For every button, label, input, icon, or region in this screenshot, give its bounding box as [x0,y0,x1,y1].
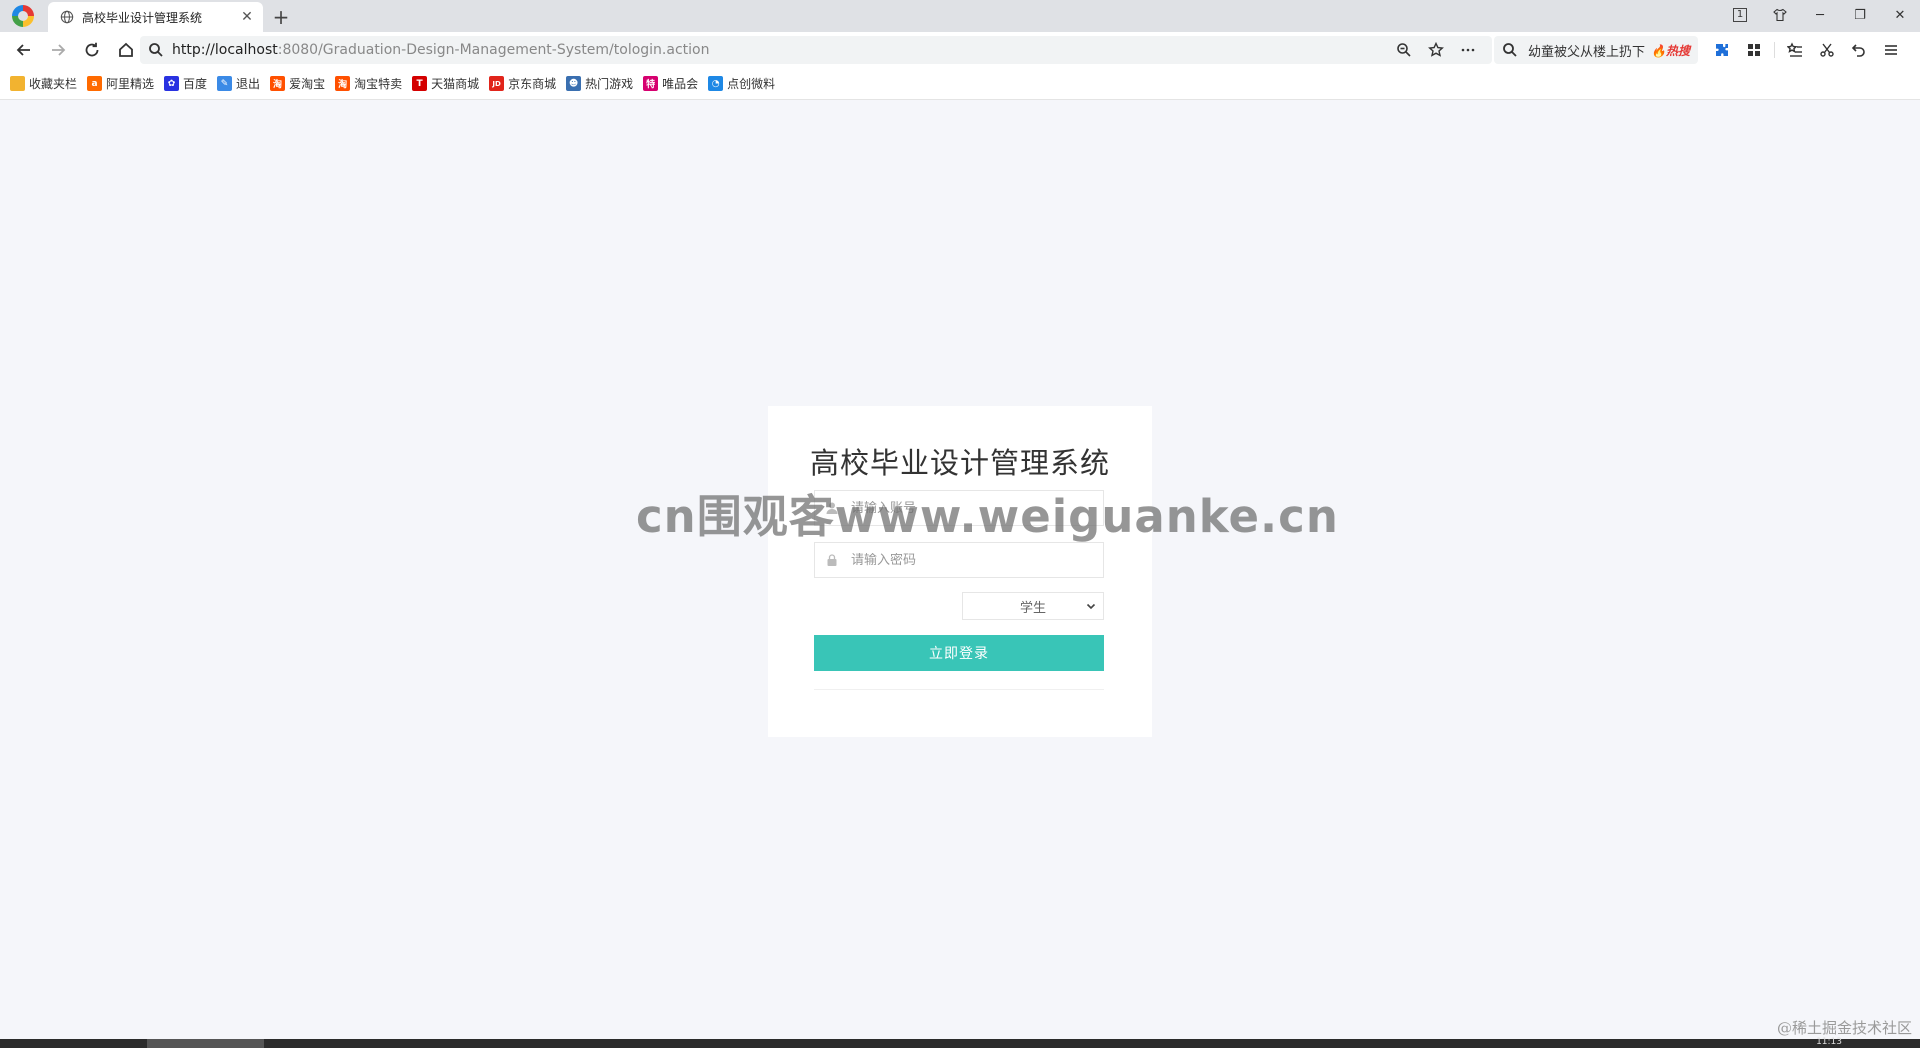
bookmark-item[interactable]: 淘淘宝特卖 [335,75,402,92]
tmall-icon: T [412,76,428,91]
bookmark-item[interactable]: JD 京东商城 [489,75,556,92]
undo-icon[interactable] [1843,36,1875,64]
password-field[interactable] [814,542,1104,578]
dianchuang-icon: ◔ [708,76,724,91]
bookmark-label: 退出 [236,77,261,91]
restore-icon[interactable]: ❐ [1840,0,1880,30]
search-icon [1503,43,1517,57]
apps-grid-icon[interactable] [1738,36,1770,64]
window-controls: 1 ─ ❐ ✕ [1720,0,1920,30]
login-button[interactable]: 立即登录 [814,635,1104,671]
url-text[interactable]: http://localhost:8080/Graduation-Design-… [172,42,1388,58]
arrow-right-icon [52,44,66,56]
hot-search-box[interactable]: 幼童被父从楼上扔下 🔥热搜 [1494,36,1698,64]
reload-icon [85,42,99,57]
globe-icon [60,10,74,24]
tab-count: 1 [1733,8,1747,22]
minimize-icon[interactable]: ─ [1800,0,1840,30]
username-field[interactable] [814,490,1104,526]
bookmark-item[interactable]: ☻ 热门游戏 [566,75,633,92]
bookmark-item[interactable]: a 阿里精选 [87,75,154,92]
search-icon [149,43,163,57]
page-title: 高校毕业设计管理系统 [809,446,1110,480]
bookmark-label: 唯品会 [662,77,699,91]
bookmark-label: 点创微料 [727,77,776,91]
bookmark-item[interactable]: 收藏夹栏 [10,75,77,92]
bookmarks-bar: 收藏夹栏 a 阿里精选 ✿ 百度 ✎ 退出淘爱淘宝淘淘宝特卖 T 天猫商城 JD 京东商城 ☻ 热门游戏… [0,68,1920,100]
tab-close-icon[interactable]: ✕ [239,9,255,25]
username-input[interactable] [851,500,1093,516]
close-window-icon[interactable]: ✕ [1880,0,1920,30]
home-icon [119,42,133,57]
url-host: http://localhost [172,42,278,58]
corner-watermark: @稀土掘金技术社区 [1776,1019,1912,1037]
os-taskbar: 11:13 [0,1037,1920,1048]
bookmark-item[interactable]: 淘爱淘宝 [270,75,325,92]
role-selected-value: 学生 [1019,600,1046,616]
home-button[interactable] [110,34,142,66]
bookmark-label: 百度 [183,77,208,91]
login-card: 高校毕业设计管理系统 学生 立即登录 [768,406,1152,737]
bookmark-label: 天猫商城 [431,77,480,91]
bookmark-item[interactable]: 特唯品会 [643,75,698,92]
browser-toolbar: http://localhost:8080/Graduation-Design-… [0,32,1920,68]
bookmark-item[interactable]: ✎ 退出 [217,75,260,92]
more-icon[interactable] [1452,38,1484,62]
arrow-left-icon [16,44,30,56]
back-button[interactable] [8,34,40,66]
user-icon [826,502,838,514]
bookmark-item[interactable]: ◔ 点创微料 [708,75,775,92]
taobao-icon: 淘 [270,76,286,91]
tab-count-button[interactable]: 1 [1720,0,1760,30]
reload-button[interactable] [76,34,108,66]
taobao-sale-icon: 淘 [335,76,351,91]
tab-active[interactable]: 高校毕业设计管理系统 ✕ [48,2,263,32]
bookmark-label: 爱淘宝 [289,77,326,91]
vip-icon: 特 [643,76,659,91]
zoom-icon[interactable] [1388,38,1420,62]
extension-toolbar [1706,36,1907,64]
menu-icon[interactable] [1875,36,1907,64]
new-tab-icon[interactable]: + [267,3,295,31]
url-path: :8080/Graduation-Design-Management-Syste… [277,42,710,58]
hot-search-badge: 🔥热搜 [1651,42,1690,59]
bookmark-label: 热门游戏 [585,77,634,91]
toolbar-separator [1774,42,1775,58]
bookmark-label: 淘宝特卖 [354,77,403,91]
hot-search-badge-label: 热搜 [1665,43,1690,58]
browser-logo-icon[interactable] [12,5,34,27]
address-bar[interactable]: http://localhost:8080/Graduation-Design-… [140,36,1492,64]
bookmark-label: 阿里精选 [106,77,155,91]
role-select[interactable]: 学生 [962,592,1104,620]
alibaba-icon: a [87,76,103,91]
scissors-icon[interactable] [1811,36,1843,64]
lock-icon [827,554,837,566]
bookmark-item[interactable]: T 天猫商城 [412,75,479,92]
baidu-paw-icon: ✿ [164,76,180,91]
favorites-list-icon[interactable] [1779,36,1811,64]
bookmark-label: 收藏夹栏 [29,77,78,91]
card-divider [814,689,1104,690]
password-input[interactable] [851,552,1093,568]
taskbar-clock: 11:13 [1816,1037,1842,1047]
folder-icon [10,76,25,91]
page-content: 高校毕业设计管理系统 学生 立即登录 [0,101,1920,1039]
forward-button[interactable] [42,34,74,66]
jd-icon: JD [489,76,505,91]
tab-title: 高校毕业设计管理系统 [82,10,203,25]
feather-icon: ✎ [217,76,233,91]
browser-tab-strip: 高校毕业设计管理系统 ✕ + 1 ─ ❐ ✕ [0,0,1920,32]
taskbar-item[interactable] [147,1039,264,1048]
extension-puzzle-icon[interactable] [1706,36,1738,64]
hot-search-text: 幼童被父从楼上扔下 [1528,44,1646,60]
bookmark-item[interactable]: ✿ 百度 [164,75,207,92]
star-bookmark-icon[interactable] [1420,38,1452,62]
skin-icon[interactable] [1760,0,1800,30]
bookmark-label: 京东商城 [508,77,557,91]
game-icon: ☻ [566,76,582,91]
chevron-down-icon [1086,603,1096,610]
fire-icon: 🔥 [1651,43,1666,58]
